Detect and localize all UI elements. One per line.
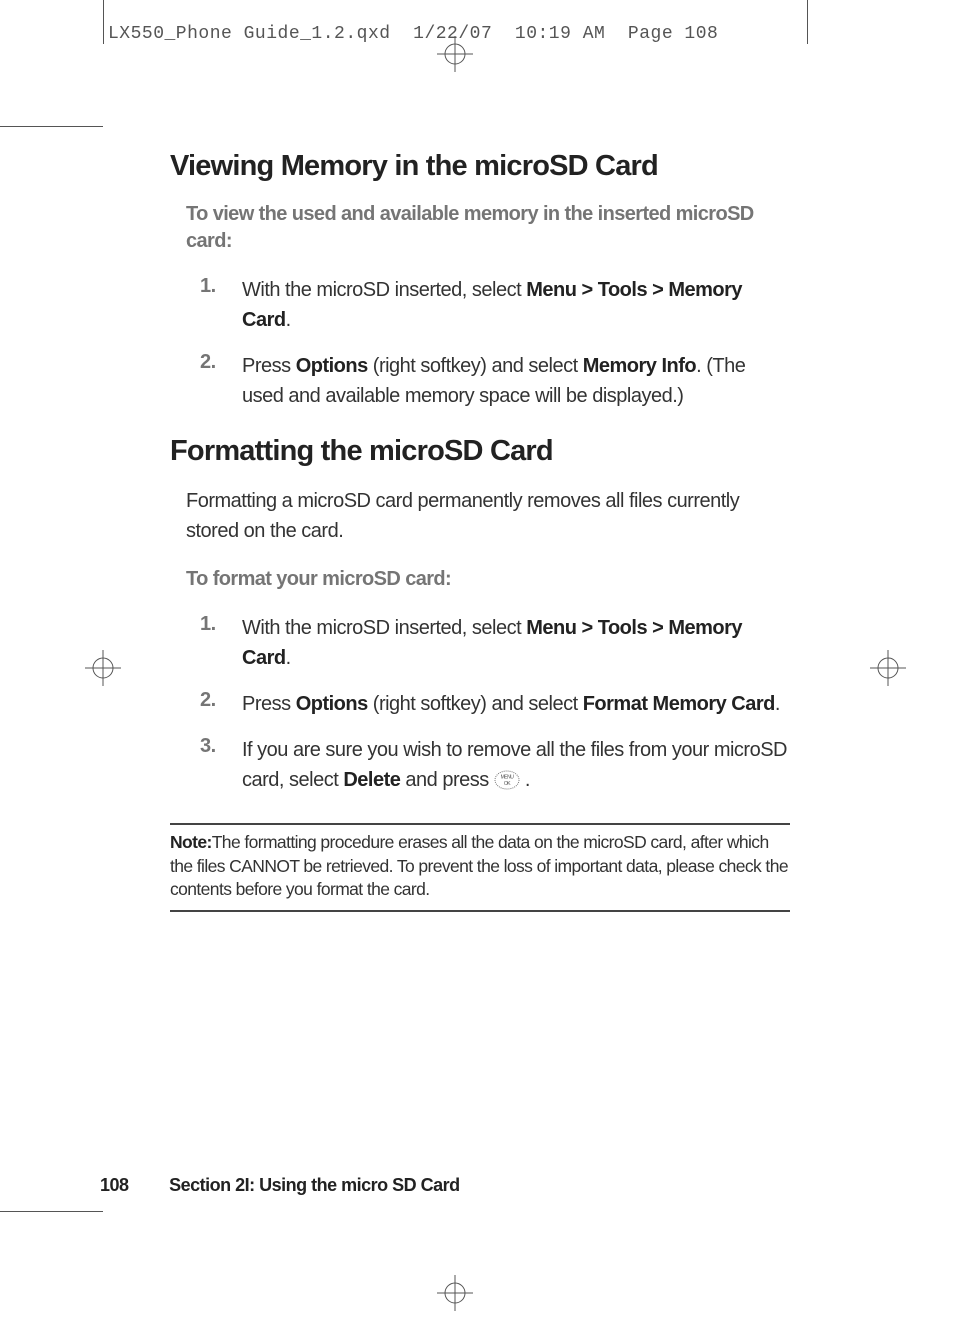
paragraph: Formatting a microSD card permanently re… [186,486,790,546]
registration-mark-icon [870,650,906,686]
svg-text:MENU: MENU [500,775,514,781]
header-time: 10:19 AM [515,24,605,44]
step-item: 3. If you are sure you wish to remove al… [200,735,790,799]
page-footer: 108 Section 2I: Using the micro SD Card [100,1175,460,1196]
step-number: 2. [200,689,220,719]
steps-list: 1. With the microSD inserted, select Men… [200,275,790,411]
step-body: With the microSD inserted, select Menu >… [242,613,790,673]
note-text: The formatting procedure erases all the … [170,832,788,899]
step-item: 2. Press Options (right softkey) and sel… [200,351,790,411]
step-number: 3. [200,735,220,799]
heading-viewing-memory: Viewing Memory in the microSD Card [170,150,790,183]
subheading: To view the used and available memory in… [186,201,790,255]
crop-mark [807,0,808,44]
step-item: 1. With the microSD inserted, select Men… [200,275,790,335]
note-label: Note: [170,832,212,852]
step-body: With the microSD inserted, select Menu >… [242,275,790,335]
crop-mark [0,126,103,127]
note-box: Note:The formatting procedure erases all… [170,823,790,912]
subheading: To format your microSD card: [186,566,790,593]
steps-list: 1. With the microSD inserted, select Men… [200,613,790,799]
document-header: LX550_Phone Guide_1.2.qxd 1/22/07 10:19 … [108,24,718,44]
svg-text:OK: OK [504,781,511,787]
crop-mark [103,0,104,44]
heading-formatting: Formatting the microSD Card [170,435,790,468]
header-filename: LX550_Phone Guide_1.2.qxd [108,24,391,44]
header-page: Page 108 [628,24,718,44]
page-content: Viewing Memory in the microSD Card To vi… [170,150,790,912]
menu-ok-button-icon: MENUOK [494,769,520,799]
section-label: Section 2I: Using the micro SD Card [169,1175,460,1195]
step-body: Press Options (right softkey) and select… [242,689,780,719]
header-date: 1/22/07 [413,24,492,44]
step-number: 1. [200,613,220,673]
step-item: 2. Press Options (right softkey) and sel… [200,689,790,719]
step-number: 2. [200,351,220,411]
step-body: If you are sure you wish to remove all t… [242,735,790,799]
step-item: 1. With the microSD inserted, select Men… [200,613,790,673]
step-number: 1. [200,275,220,335]
step-body: Press Options (right softkey) and select… [242,351,790,411]
registration-mark-icon [85,650,121,686]
page-number: 108 [100,1175,129,1195]
registration-mark-icon [437,1275,473,1311]
crop-mark [0,1211,103,1212]
